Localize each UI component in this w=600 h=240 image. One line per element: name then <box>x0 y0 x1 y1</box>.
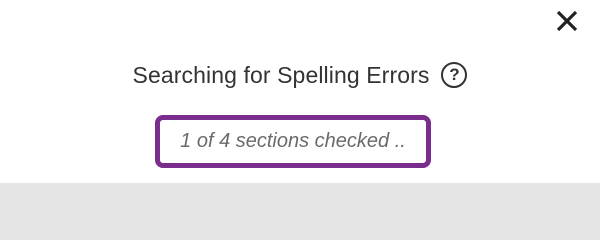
dialog-title: Searching for Spelling Errors <box>132 61 430 88</box>
close-icon <box>556 10 578 32</box>
background-area <box>0 183 600 230</box>
progress-status-box: 1 of 4 sections checked .. <box>155 115 431 168</box>
close-button[interactable] <box>552 6 582 36</box>
progress-status-text: 1 of 4 sections checked .. <box>180 130 406 152</box>
help-icon-symbol: ? <box>449 65 460 84</box>
spelling-check-dialog: Searching for Spelling Errors ? 1 of 4 s… <box>0 0 600 183</box>
help-icon[interactable]: ? <box>441 62 468 88</box>
dialog-header: Searching for Spelling Errors ? <box>0 57 600 93</box>
